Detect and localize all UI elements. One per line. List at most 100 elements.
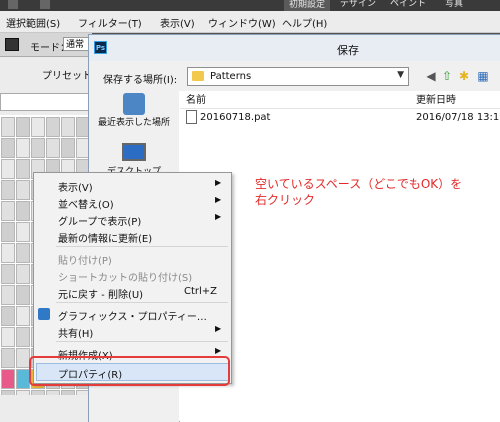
preset-swatch[interactable] (16, 243, 30, 263)
annotation-text: 空いているスペース（どこでもOK）を 右クリック (255, 176, 462, 208)
preset-swatch[interactable] (1, 369, 15, 389)
menu-separator (56, 246, 228, 247)
menu-item-group-by[interactable]: グループで表示(P) ▶ (34, 210, 231, 228)
file-icon (186, 110, 197, 124)
menu-item-view[interactable]: 表示(V) ▶ (34, 176, 231, 194)
preset-swatch[interactable] (46, 117, 60, 137)
submenu-arrow-icon: ▶ (215, 178, 222, 187)
preset-swatch[interactable] (16, 327, 30, 347)
workspace-tab-paint[interactable]: ペイント (390, 0, 426, 11)
preset-swatch[interactable] (1, 180, 15, 200)
menu-item-sort[interactable]: 並べ替え(O) ▶ (34, 193, 231, 211)
menu-item-group-by-label: グループで表示(P) (58, 217, 142, 228)
graphics-properties-icon (38, 308, 50, 320)
file-row[interactable]: 20160718.pat 2016/07/18 13:16 (180, 109, 500, 127)
column-header-name[interactable]: 名前 (186, 91, 206, 106)
preset-swatch[interactable] (16, 222, 30, 242)
menu-help[interactable]: ヘルプ(H) (282, 15, 327, 30)
menu-item-share-label: 共有(H) (58, 329, 94, 340)
preset-swatch[interactable] (61, 138, 75, 158)
preset-swatch[interactable] (16, 117, 30, 137)
preset-swatch[interactable] (46, 138, 60, 158)
submenu-arrow-icon: ▶ (215, 195, 222, 204)
brush-preset-icon[interactable] (5, 38, 19, 51)
file-name: 20160718.pat (200, 112, 271, 123)
preset-swatch[interactable] (16, 390, 30, 395)
preset-swatch[interactable] (16, 159, 30, 179)
up-folder-icon[interactable]: ⇧ (439, 68, 455, 84)
ps-menubar: 選択範囲(S) フィルター(T) 表示(V) ウィンドウ(W) ヘルプ(H) (0, 11, 500, 33)
preset-swatch[interactable] (16, 138, 30, 158)
menu-select[interactable]: 選択範囲(S) (6, 15, 60, 30)
preset-swatch[interactable] (31, 117, 45, 137)
preset-swatch[interactable] (61, 117, 75, 137)
menu-item-refresh-label: 最新の情報に更新(E) (58, 234, 153, 245)
menu-item-graphics-properties[interactable]: グラフィックス・プロパティー… (34, 305, 231, 323)
preset-swatch[interactable] (1, 348, 15, 368)
dialog-title: 保存 (337, 44, 359, 57)
preset-swatch[interactable] (1, 159, 15, 179)
ps-tool-icon (40, 0, 50, 9)
preset-swatch[interactable] (1, 264, 15, 284)
preset-swatch[interactable] (1, 327, 15, 347)
menu-item-share[interactable]: 共有(H) ▶ (34, 322, 231, 340)
menu-view[interactable]: 表示(V) (160, 15, 195, 30)
place-recent[interactable]: 最近表示した場所 (89, 93, 179, 128)
submenu-arrow-icon: ▶ (215, 212, 222, 221)
menu-window[interactable]: ウィンドウ(W) (208, 15, 276, 30)
menu-separator (56, 302, 228, 303)
location-combobox[interactable]: Patterns ▼ (187, 67, 409, 86)
menu-item-undo-shortcut: Ctrl+Z (184, 286, 218, 297)
highlight-frame (29, 356, 230, 386)
preset-swatch[interactable] (16, 369, 30, 389)
folder-icon (192, 71, 204, 81)
preset-swatch[interactable] (1, 117, 15, 137)
preset-swatch[interactable] (16, 306, 30, 326)
context-menu: 表示(V) ▶ 並べ替え(O) ▶ グループで表示(P) ▶ 最新の情報に更新(… (33, 172, 232, 384)
preset-swatch[interactable] (1, 243, 15, 263)
preset-swatch[interactable] (1, 201, 15, 221)
menu-item-undo-delete[interactable]: 元に戻す - 削除(U) Ctrl+Z (34, 283, 231, 301)
menu-filter[interactable]: フィルター(T) (78, 15, 142, 30)
menu-item-undo-delete-label: 元に戻す - 削除(U) (58, 290, 144, 301)
preset-swatch[interactable] (16, 201, 30, 221)
preset-swatch[interactable] (1, 285, 15, 305)
preset-type-dropdown[interactable] (0, 93, 92, 111)
menu-item-refresh[interactable]: 最新の情報に更新(E) (34, 227, 231, 245)
ps-app-icon (8, 0, 18, 9)
column-header-date[interactable]: 更新日時 (416, 91, 456, 106)
menu-item-view-label: 表示(V) (58, 183, 93, 194)
preset-swatch[interactable] (1, 306, 15, 326)
chevron-down-icon: ▼ (397, 70, 404, 80)
recent-places-icon (123, 93, 145, 115)
view-menu-icon[interactable]: ▦ (475, 68, 491, 84)
file-date: 2016/07/18 13:16 (416, 112, 500, 123)
preset-swatch[interactable] (16, 264, 30, 284)
menu-item-paste-label: 貼り付け(P) (58, 256, 112, 267)
preset-swatch[interactable] (46, 390, 60, 395)
back-icon[interactable]: ◀ (423, 68, 439, 84)
new-folder-icon[interactable]: ✱ (456, 68, 472, 84)
desktop-icon (122, 143, 146, 161)
preset-swatch[interactable] (61, 390, 75, 395)
preset-swatch[interactable] (1, 222, 15, 242)
location-toolbar: 保存する場所(I): Patterns ▼ ◀ ⇧ ✱ ▦ (89, 61, 500, 91)
menu-separator (56, 341, 228, 342)
menu-item-paste-shortcut-label: ショートカットの貼り付け(S) (58, 273, 193, 284)
annotation-line-1: 空いているスペース（どこでもOK）を (255, 177, 463, 191)
preset-swatch[interactable] (16, 285, 30, 305)
menu-item-paste: 貼り付け(P) (34, 249, 231, 267)
annotation-line-2: 右クリック (255, 193, 316, 207)
preset-swatch[interactable] (31, 390, 45, 395)
preset-swatch[interactable] (16, 348, 30, 368)
ps-workspace-bar: 初期設定 デザイン ペイント 写真 (0, 0, 500, 13)
preset-swatch[interactable] (31, 138, 45, 158)
preset-swatch[interactable] (16, 180, 30, 200)
dialog-titlebar: Ps 保存 (89, 35, 500, 61)
preset-swatch[interactable] (1, 390, 15, 395)
photoshop-icon: Ps (94, 41, 107, 54)
preset-swatch[interactable] (1, 138, 15, 158)
workspace-tab-design[interactable]: デザイン (340, 0, 376, 11)
workspace-tab-photo[interactable]: 写真 (445, 0, 463, 11)
location-label: 保存する場所(I): (103, 75, 178, 86)
